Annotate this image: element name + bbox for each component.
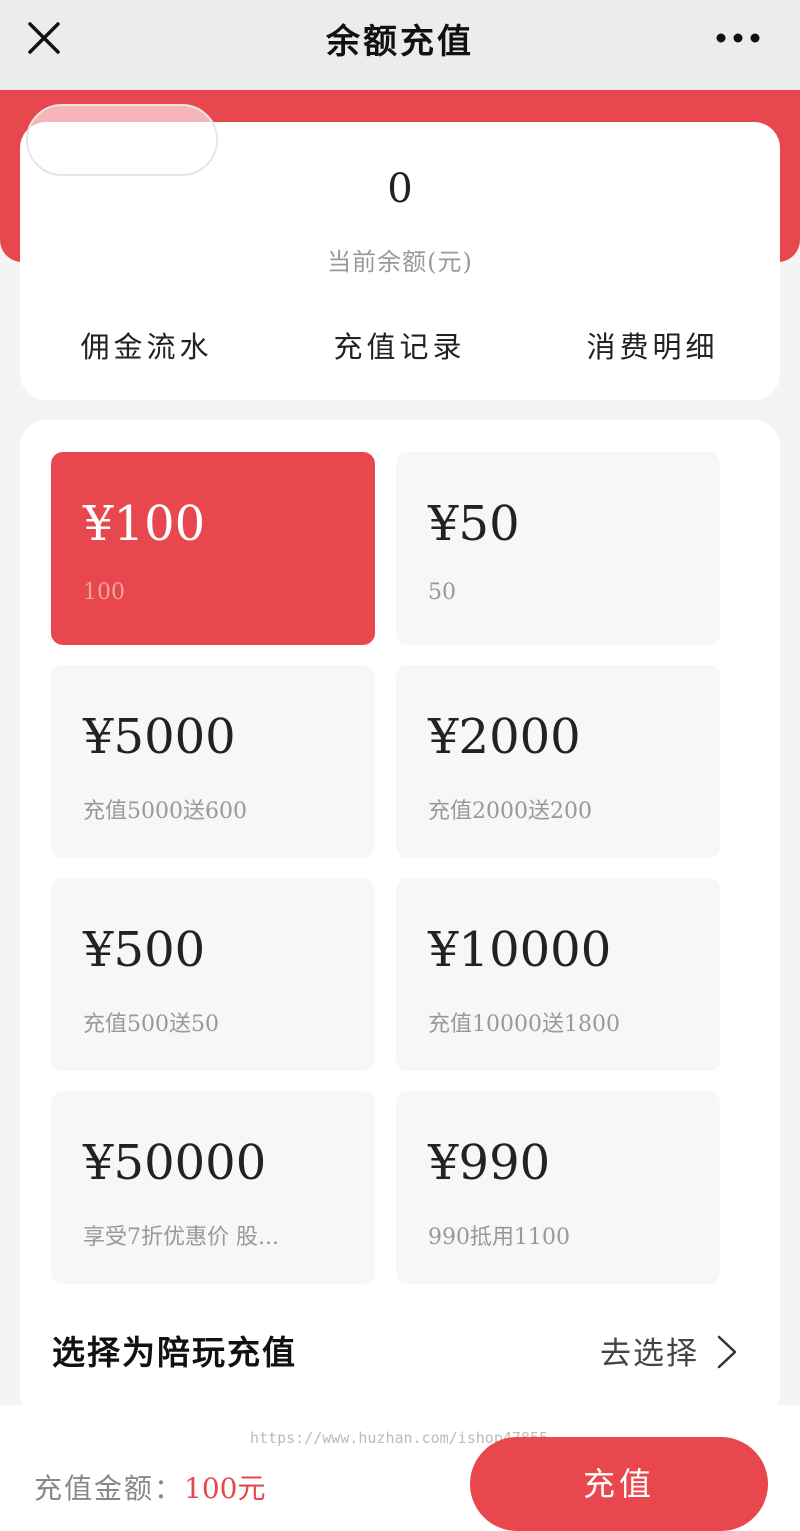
amount-label: 充值金额：	[34, 1472, 185, 1505]
recharge-amount: 充值金额：100元	[34, 1467, 265, 1507]
recharge-option[interactable]: ¥100 100	[51, 452, 375, 645]
chevron-right-icon[interactable]	[716, 1334, 738, 1370]
recharge-history-link[interactable]: 充值记录	[273, 324, 526, 366]
companion-recharge-title: 选择为陪玩充值	[52, 1333, 297, 1372]
bottom-bar: https://www.huzhan.com/ishop47855 充值金额：1…	[0, 1405, 800, 1531]
option-price: ¥2000	[428, 709, 581, 765]
option-description: 充值10000送1800	[428, 1012, 620, 1037]
option-price: ¥10000	[428, 922, 612, 978]
option-price: ¥100	[83, 496, 206, 552]
page-title: 余额充值	[326, 22, 474, 62]
option-description: 充值500送50	[83, 1012, 219, 1037]
option-description: 990抵用1100	[428, 1225, 570, 1250]
option-price: ¥50	[428, 496, 520, 552]
recharge-option[interactable]: ¥10000 充值10000送1800	[396, 878, 720, 1071]
option-description: 充值5000送600	[83, 799, 247, 824]
option-description: 100	[83, 580, 125, 605]
option-description: 充值2000送200	[428, 799, 592, 824]
recharge-option[interactable]: ¥5000 充值5000送600	[51, 665, 375, 858]
recharge-button[interactable]: 充值	[470, 1437, 768, 1531]
recharge-option[interactable]: ¥990 990抵用1100	[396, 1091, 720, 1284]
option-price: ¥990	[428, 1135, 551, 1191]
more-icon[interactable]	[716, 33, 760, 43]
recharge-option[interactable]: ¥2000 充值2000送200	[396, 665, 720, 858]
balance-value: 0	[387, 166, 413, 212]
recharge-option[interactable]: ¥50000 享受7折优惠价 股...	[51, 1091, 375, 1284]
amount-value: 100元	[184, 1472, 266, 1505]
commission-flow-link[interactable]: 佣金流水	[20, 324, 273, 366]
option-price: ¥500	[83, 922, 206, 978]
choose-companion-link[interactable]: 去选择	[600, 1328, 699, 1373]
recharge-options-card: ¥100 100 ¥50 50 ¥5000 充值5000送600 ¥2000 充…	[20, 420, 780, 1420]
recharge-option[interactable]: ¥500 充值500送50	[51, 878, 375, 1071]
option-price: ¥50000	[83, 1135, 267, 1191]
nav-bar: 余额充值	[0, 0, 800, 90]
recharge-option[interactable]: ¥50 50	[396, 452, 720, 645]
option-description: 享受7折优惠价 股...	[83, 1225, 279, 1250]
consumption-detail-link[interactable]: 消费明细	[526, 324, 779, 366]
balance-links: 佣金流水 充值记录 消费明细	[20, 324, 780, 374]
option-price: ¥5000	[83, 709, 236, 765]
balance-card: 0 当前余额(元) 佣金流水 充值记录 消费明细	[20, 104, 780, 400]
option-description: 50	[428, 580, 456, 605]
balance-label: 当前余额(元)	[327, 248, 473, 276]
